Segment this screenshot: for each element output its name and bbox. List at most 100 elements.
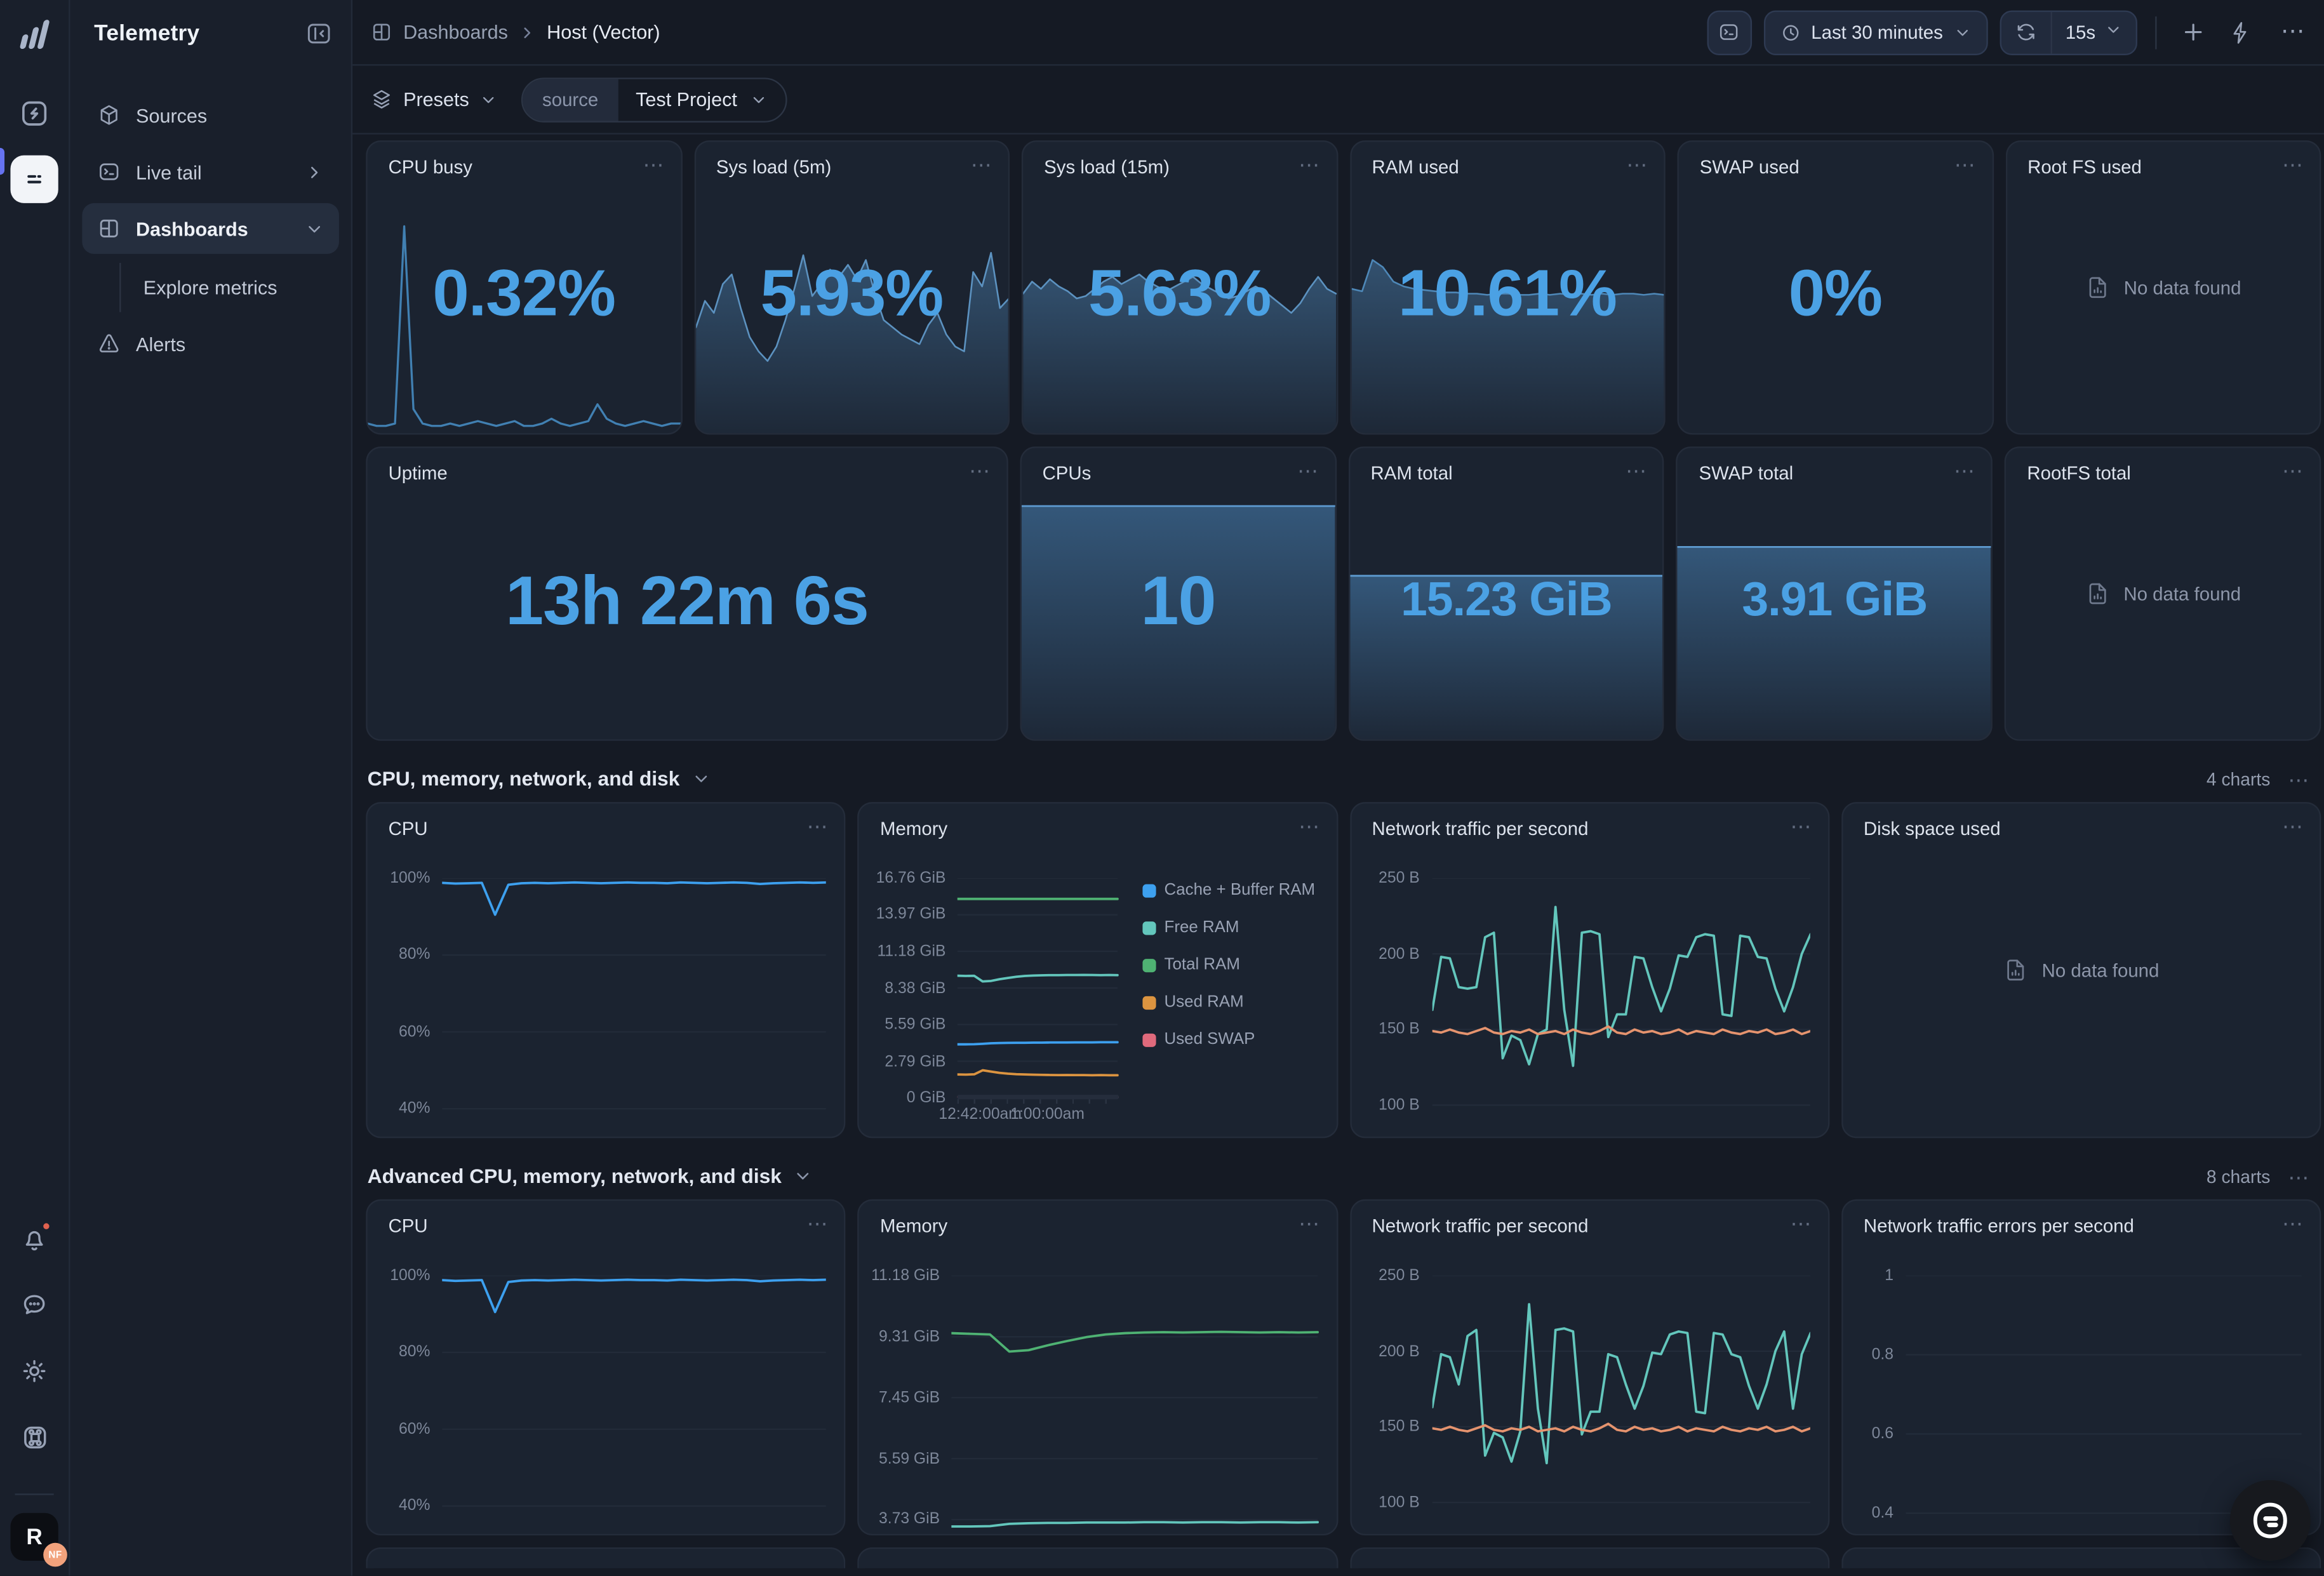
card-menu-button[interactable]: ⋯ [807,1216,829,1231]
section-menu-button[interactable]: ⋯ [2288,1169,2311,1184]
plot-canvas[interactable] [1432,878,1810,1138]
legend-item[interactable]: Free RAM [1142,919,1315,937]
card-menu-button[interactable]: ⋯ [1954,157,1977,172]
legend: Cache + Buffer RAM Free RAM Total RAM Used … [1118,878,1318,1098]
plot-canvas[interactable] [952,1276,1318,1535]
plot-area[interactable] [442,878,826,1138]
chart-card-disk-space: Disk space used⋯ No data found [1841,802,2321,1138]
topbar-actions: Last 30 minutes 15s ⋯ [1707,10,2306,55]
plot-area[interactable] [958,878,1118,1098]
stat-card-swap-used: SWAP used⋯ 0% [1677,140,1993,434]
card-menu-button[interactable]: ⋯ [2282,1216,2304,1231]
y-axis-tick: 16.76 GiB [876,869,946,887]
plot-canvas[interactable] [958,878,1118,1098]
card-menu-button[interactable]: ⋯ [969,463,991,478]
card-menu-button[interactable]: ⋯ [2282,157,2304,172]
add-panel-button[interactable] [2175,14,2210,50]
sidebar-collapse-icon[interactable] [305,20,333,48]
sidebar-item-label: Explore metrics [121,263,277,312]
plot-canvas[interactable] [442,878,826,1138]
refresh-interval-selector[interactable]: 15s [2050,11,2135,53]
chart-card-stub [1349,1547,1829,1568]
dashboard-grid-icon [370,21,392,43]
card-menu-button[interactable]: ⋯ [1299,1216,1321,1231]
refresh-button[interactable] [2001,11,2051,53]
card-menu-button[interactable]: ⋯ [807,818,829,834]
section-collapse-chevron[interactable] [794,1166,813,1186]
y-axis-tick: 100% [390,1267,430,1285]
presets-dropdown[interactable]: Presets [370,88,497,110]
card-title: Disk space used [1864,818,2001,839]
card-title: CPU busy [389,157,472,178]
rail-dashboards-button[interactable] [10,156,58,203]
breadcrumb-dashboards-link[interactable]: Dashboards [403,21,508,43]
chart-card-memory: Memory ⋯ 0 GiB2.79 GiB5.59 GiB8.38 GiB11.… [858,802,1338,1138]
command-menu-icon[interactable] [10,1413,58,1461]
support-chat-button[interactable] [2230,1481,2311,1561]
notifications-bell-icon[interactable] [10,1217,58,1264]
y-axis: 0%20%40%60%80%100% [385,878,442,1138]
card-title: CPUs [1043,463,1092,484]
card-menu-button[interactable]: ⋯ [643,157,665,172]
card-menu-button[interactable]: ⋯ [1299,818,1321,834]
y-axis-tick: 150 B [1379,1020,1420,1038]
theme-toggle-sun-icon[interactable] [10,1348,58,1396]
y-axis: 0 GiB1.86 GiB3.73 GiB5.59 GiB7.45 GiB9.3… [877,1276,952,1535]
sidebar-item-live-tail[interactable]: Live tail [82,147,339,197]
legend-item[interactable]: Used SWAP [1142,1031,1315,1048]
plot-area[interactable] [952,1276,1318,1535]
quick-actions-bolt-button[interactable] [2222,14,2258,50]
card-menu-button[interactable]: ⋯ [1627,157,1649,172]
y-axis-tick: 3.73 GiB [879,1511,940,1528]
card-menu-button[interactable]: ⋯ [1299,157,1321,172]
stat-card-ram-used: RAM used⋯ 10.61% [1349,140,1665,434]
chart-card-advanced-network: Network traffic per second⋯ 0 B50 B100 B… [1349,1199,1829,1535]
card-menu-button[interactable]: ⋯ [2282,463,2304,478]
breadcrumb-separator-icon [518,23,536,41]
sidebar-subitem-explore-metrics[interactable]: Explore metrics [82,263,339,312]
plot-canvas[interactable] [1432,1276,1810,1535]
plot-area[interactable] [1432,878,1810,1138]
feedback-chat-icon[interactable] [10,1282,58,1330]
source-filter-select[interactable]: Test Project [618,78,785,120]
rail-sources-button[interactable] [10,90,58,137]
plot-canvas[interactable] [442,1276,826,1535]
legend-item[interactable]: Total RAM [1142,956,1315,973]
time-range-selector[interactable]: Last 30 minutes [1763,10,1987,55]
x-axis-tick: 1:00:00am [1010,1105,1085,1123]
chart-card-advanced-memory: Memory⋯ 0 GiB1.86 GiB3.73 GiB5.59 GiB7.4… [858,1199,1338,1535]
section-collapse-chevron[interactable] [691,769,711,789]
more-options-button[interactable]: ⋯ [2270,14,2306,50]
sidebar-item-alerts[interactable]: Alerts [82,318,339,369]
legend-item[interactable]: Used RAM [1142,993,1315,1011]
card-menu-button[interactable]: ⋯ [1791,818,1813,834]
section-header-advanced: Advanced CPU, memory, network, and disk … [368,1165,2311,1187]
card-menu-button[interactable]: ⋯ [1626,463,1648,478]
plot-area[interactable] [442,1276,826,1535]
card-title: Memory [880,818,947,839]
source-filter: source Test Project [521,77,786,122]
card-menu-button[interactable]: ⋯ [1954,463,1976,478]
sidebar-item-sources[interactable]: Sources [82,90,339,140]
panel-toggle-button[interactable] [1707,10,1752,55]
breadcrumb: Dashboards Host (Vector) [370,21,660,43]
y-axis-tick: 0.8 [1872,1346,1893,1363]
y-axis: 0 GiB2.79 GiB5.59 GiB8.38 GiB11.18 GiB13… [877,878,958,1098]
legend-swatch [1142,1033,1155,1046]
section-menu-button[interactable]: ⋯ [2288,771,2311,787]
chart-card-network-traffic: Network traffic per second⋯ 0 B50 B100 B… [1349,802,1829,1138]
plot-area[interactable] [1432,1276,1810,1535]
card-menu-button[interactable]: ⋯ [1297,463,1319,478]
y-axis-tick: 11.18 GiB [871,1267,940,1285]
memory-chart: 0 GiB2.79 GiB5.59 GiB8.38 GiB11.18 GiB13… [877,878,1318,1125]
y-axis: 0 B50 B100 B150 B200 B250 B [1369,1276,1432,1535]
legend-label: Total RAM [1165,956,1240,973]
card-menu-button[interactable]: ⋯ [2282,818,2304,834]
legend-item[interactable]: Cache + Buffer RAM [1142,881,1315,899]
card-menu-button[interactable]: ⋯ [971,157,993,172]
source-filter-value: Test Project [636,88,737,110]
user-avatar[interactable]: R NF [10,1514,58,1561]
y-axis: 00.20.40.60.81 [1860,1276,1906,1535]
card-menu-button[interactable]: ⋯ [1791,1216,1813,1231]
sidebar-item-dashboards[interactable]: Dashboards [82,203,339,254]
